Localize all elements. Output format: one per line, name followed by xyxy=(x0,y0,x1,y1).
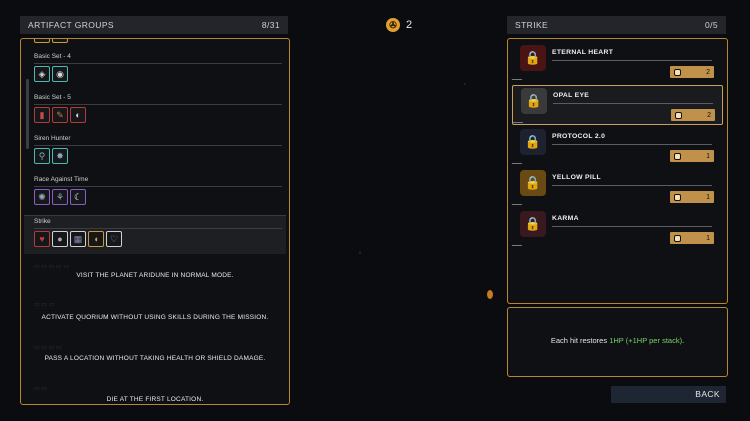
distant-flame xyxy=(487,290,493,299)
objective-text: DIE AT THE FIRST LOCATION. xyxy=(106,396,204,403)
scrollbar[interactable] xyxy=(26,79,29,149)
faded-group-label: ▭ ▭ xyxy=(34,386,48,392)
artifact-yellow-pill[interactable]: 🔒 YELLOW PILL 1 xyxy=(511,168,721,206)
group-name: Basic Set - 4 xyxy=(34,53,71,60)
faded-group-label: ▭ ▭ ▭ ▭ xyxy=(34,345,62,351)
coin-icon xyxy=(674,193,681,201)
partial-group-icons xyxy=(34,39,68,43)
artifact-opal-eye[interactable]: 🔒 OPAL EYE 2 xyxy=(512,85,723,125)
objective-text: PASS A LOCATION WITHOUT TAKING HEALTH OR… xyxy=(44,355,266,362)
steering-wheel-coin-icon: ✇ xyxy=(386,18,400,32)
corner-accent xyxy=(511,199,527,205)
artifact-icon[interactable]: ✸ xyxy=(52,148,68,164)
artifact-cost: 1 xyxy=(706,193,710,201)
corner-accent xyxy=(511,240,527,246)
divider xyxy=(34,228,282,229)
divider xyxy=(552,226,712,227)
eye-lock-icon: 🔒 xyxy=(521,88,547,114)
artifact-icon[interactable]: ♡ xyxy=(106,231,122,247)
artifact-icon[interactable] xyxy=(34,39,50,43)
artifact-cost: 2 xyxy=(707,111,711,119)
artifact-cost: 1 xyxy=(706,152,710,160)
faded-group-label: ▭ ▭ ▭ xyxy=(34,302,55,308)
divider xyxy=(34,104,282,105)
artifact-cost-badge: 2 xyxy=(670,66,714,78)
strike-count: 0/5 xyxy=(704,20,718,30)
divider xyxy=(34,63,282,64)
artifact-icon[interactable]: ☾ xyxy=(70,189,86,205)
artifact-icon[interactable]: ● xyxy=(52,231,68,247)
pill-lock-icon: 🔒 xyxy=(520,170,546,196)
artifact-icon[interactable]: ✎ xyxy=(52,107,68,123)
coin-icon xyxy=(674,152,681,160)
divider xyxy=(34,186,282,187)
group-name: Siren Hunter xyxy=(34,135,71,142)
artifact-name: YELLOW PILL xyxy=(552,174,601,181)
divider xyxy=(553,103,713,104)
strike-title: STRIKE xyxy=(515,20,549,30)
corner-accent xyxy=(511,158,527,164)
karma-lock-icon: 🔒 xyxy=(520,211,546,237)
artifact-groups-count: 8/31 xyxy=(261,20,280,30)
corner-accent xyxy=(512,117,528,123)
divider xyxy=(552,185,712,186)
description-text: Each hit restores xyxy=(550,336,610,345)
objective-text: ACTIVATE QUORIUM WITHOUT USING SKILLS DU… xyxy=(41,314,269,321)
protocol-lock-icon: 🔒 xyxy=(520,129,546,155)
group-name: Race Against Time xyxy=(34,176,89,183)
artifact-cost: 1 xyxy=(706,234,710,242)
coin-icon xyxy=(675,111,682,119)
back-button[interactable]: BACK xyxy=(611,386,726,403)
divider xyxy=(552,60,712,61)
artifact-eternal-heart[interactable]: 🔒 ETERNAL HEART 2 xyxy=(511,43,721,81)
artifact-protocol-2[interactable]: 🔒 PROTOCOL 2.0 1 xyxy=(511,127,721,165)
description-suffix: . xyxy=(682,336,685,345)
artifact-icon[interactable]: ◉ xyxy=(52,66,68,82)
coin-icon xyxy=(674,234,681,242)
currency-amount: 2 xyxy=(406,19,413,31)
faded-group-label: ▭ ▭ ▭ ▭ ▭ xyxy=(34,264,70,270)
corner-accent xyxy=(511,74,527,80)
coin-icon xyxy=(674,68,681,76)
group-name: Strike xyxy=(34,218,51,225)
artifact-groups-title: ARTIFACT GROUPS xyxy=(28,20,114,30)
artifact-icon[interactable]: ▦ xyxy=(70,231,86,247)
artifact-icon[interactable]: ⚘ xyxy=(52,189,68,205)
artifact-icon[interactable]: ⚲ xyxy=(34,148,50,164)
artifact-description-panel: Each hit restores 1HP (+1HP per stack). xyxy=(507,307,728,377)
artifact-cost-badge: 2 xyxy=(671,109,715,121)
artifact-cost-badge: 1 xyxy=(670,150,714,162)
group-name: Basic Set - 5 xyxy=(34,94,71,101)
artifact-karma[interactable]: 🔒 KARMA 1 xyxy=(511,209,721,247)
objective-text: VISIT THE PLANET ARIDUNE IN NORMAL MODE. xyxy=(76,272,234,279)
description-highlight: 1HP (+1HP per stack) xyxy=(609,336,683,345)
artifact-name: KARMA xyxy=(552,215,579,222)
strike-artifacts-panel: 🔒 ETERNAL HEART 2 🔒 OPAL EYE 2 🔒 PROTOCO… xyxy=(507,38,728,304)
artifact-icon[interactable] xyxy=(52,39,68,43)
divider xyxy=(34,145,282,146)
artifact-groups-panel[interactable]: Basic Set - 4 ◈ ◉ Basic Set - 5 ▮ ✎ ◐ Si… xyxy=(20,38,290,405)
artifact-icon[interactable]: ◖ xyxy=(88,231,104,247)
artifact-name: OPAL EYE xyxy=(553,92,590,99)
artifact-groups-header: ARTIFACT GROUPS 8/31 xyxy=(20,16,288,34)
artifact-name: PROTOCOL 2.0 xyxy=(552,133,606,140)
artifact-cost-badge: 1 xyxy=(670,191,714,203)
artifact-description: Each hit restores 1HP (+1HP per stack). xyxy=(508,336,727,345)
artifact-icon[interactable]: ♥ xyxy=(34,231,50,247)
artifact-icon[interactable]: ◐ xyxy=(70,107,86,123)
currency-counter: ✇ 2 xyxy=(386,18,412,32)
artifact-name: ETERNAL HEART xyxy=(552,49,614,56)
strike-header: STRIKE 0/5 xyxy=(507,16,726,34)
heart-lock-icon: 🔒 xyxy=(520,45,546,71)
artifact-cost-badge: 1 xyxy=(670,232,714,244)
artifact-icon[interactable]: ✺ xyxy=(34,189,50,205)
artifact-icon[interactable]: ◈ xyxy=(34,66,50,82)
divider xyxy=(552,144,712,145)
artifact-cost: 2 xyxy=(706,68,710,76)
artifact-icon[interactable]: ▮ xyxy=(34,107,50,123)
